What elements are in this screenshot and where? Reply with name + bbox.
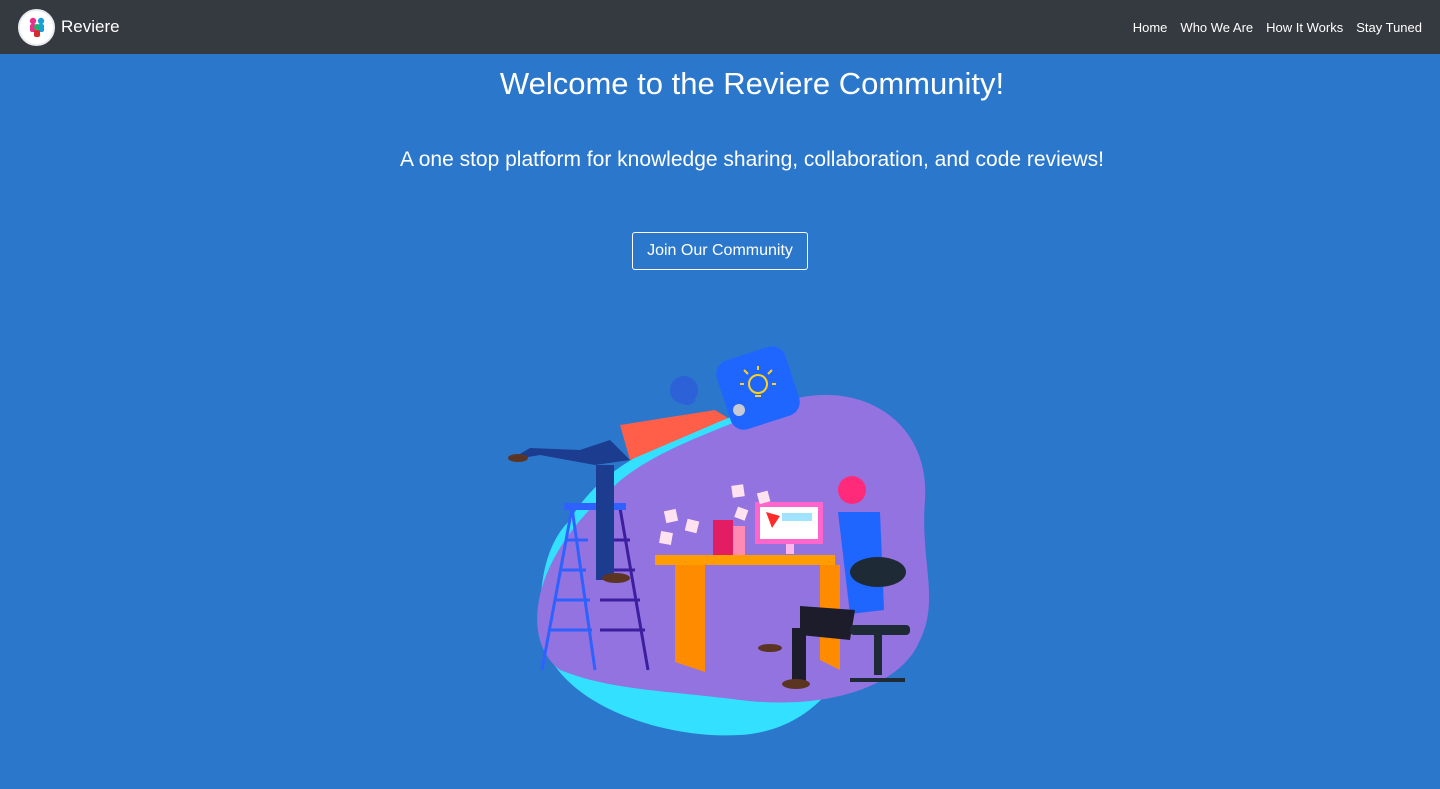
- navbar: Reviere Home Who We Are How It Works Sta…: [0, 0, 1440, 54]
- nav-how-it-works[interactable]: How It Works: [1266, 20, 1343, 35]
- nav-home[interactable]: Home: [1133, 20, 1168, 35]
- hero-subtitle: A one stop platform for knowledge sharin…: [400, 148, 1104, 171]
- brand-link[interactable]: Reviere: [18, 8, 120, 46]
- join-community-button[interactable]: Join Our Community: [632, 232, 808, 270]
- community-logo-icon: [18, 8, 55, 46]
- nav-links: Home Who We Are How It Works Stay Tuned: [1133, 20, 1422, 35]
- hero-title: Welcome to the Reviere Community!: [499, 66, 1005, 101]
- bottom-section-edge: [780, 776, 1020, 789]
- nav-who-we-are[interactable]: Who We Are: [1180, 20, 1253, 35]
- brand-name: Reviere: [61, 17, 120, 36]
- nav-stay-tuned[interactable]: Stay Tuned: [1356, 20, 1422, 35]
- hero-illustration: [508, 346, 930, 736]
